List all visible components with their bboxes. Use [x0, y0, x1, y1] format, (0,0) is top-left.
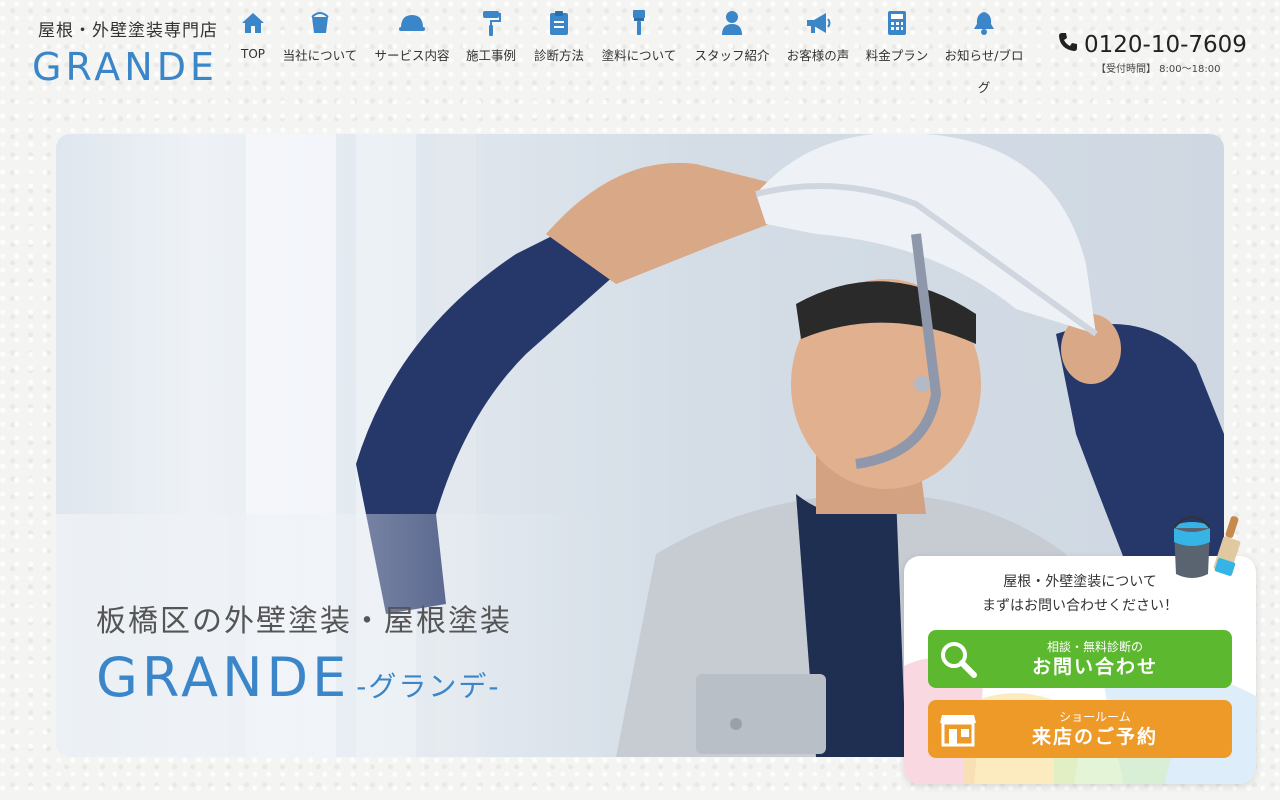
- nav-label: お客様の声: [786, 48, 850, 63]
- cta-line-2: まずはお問い合わせください！: [982, 598, 1178, 614]
- nav-item-top[interactable]: TOP: [232, 6, 274, 104]
- shop-icon: [928, 700, 988, 758]
- phone-number[interactable]: 0120-10-7609: [1084, 32, 1247, 58]
- bell-icon: [969, 8, 999, 38]
- nav-item-voices[interactable]: お客様の声: [780, 6, 856, 104]
- nav-label: 料金プラン: [865, 48, 929, 63]
- hero-brand: GRANDE -グランデ-: [96, 646, 500, 709]
- hero-brand-name: GRANDE: [96, 646, 351, 709]
- nav-label: 塗料について: [601, 48, 677, 63]
- logo-subtitle: 屋根・外壁塗装専門店: [38, 21, 218, 41]
- site-logo[interactable]: 屋根・外壁塗装専門店 GRANDE: [32, 16, 232, 89]
- calculator-icon: [882, 8, 912, 38]
- logo-wordmark: GRANDE: [32, 45, 219, 89]
- home-icon: [238, 8, 268, 38]
- phone-hours: 【受付時間】 8:00〜18:00: [1096, 64, 1221, 75]
- phone-contact[interactable]: 0120-10-7609 【受付時間】 8:00〜18:00: [1058, 32, 1247, 75]
- nav-label: TOP: [240, 47, 265, 61]
- contact-button[interactable]: 相談・無料診断の お問い合わせ: [928, 630, 1232, 688]
- main-nav: TOP 当社について サービス内容 施工事例 診断方法 塗料について スタッフ紹…: [232, 6, 1030, 104]
- phone-icon: [1058, 32, 1078, 58]
- nav-label: スタッフ紹介: [694, 48, 770, 63]
- nav-item-services[interactable]: サービス内容: [366, 6, 458, 104]
- paint-roller-icon: [476, 8, 506, 38]
- visit-button-label: 来店のご予約: [1031, 726, 1158, 748]
- nav-item-staff[interactable]: スタッフ紹介: [684, 6, 780, 104]
- paint-can-brush-icon: [1173, 516, 1241, 578]
- visit-button-sub: ショールーム: [1059, 710, 1131, 724]
- hero-tagline: 板橋区の外壁塗装・屋根塗装: [96, 604, 512, 639]
- person-icon: [717, 8, 747, 38]
- contact-button-sub: 相談・無料診断の: [1046, 640, 1143, 654]
- nav-label: 診断方法: [533, 48, 584, 63]
- clipboard-icon: [544, 8, 574, 38]
- nav-label: 当社について: [282, 48, 358, 63]
- nav-item-works[interactable]: 施工事例: [458, 6, 524, 104]
- nav-item-diagnosis[interactable]: 診断方法: [524, 6, 594, 104]
- search-icon: [928, 630, 988, 688]
- cta-box: 屋根・外壁塗装について まずはお問い合わせください！ 相談・無料診断の お問い合…: [904, 556, 1256, 784]
- site-header: 屋根・外壁塗装専門店 GRANDE TOP 当社について サービス内容 施工事例…: [0, 0, 1280, 110]
- nav-item-about[interactable]: 当社について: [274, 6, 366, 104]
- nav-item-news[interactable]: お知らせ/ブログ: [938, 6, 1030, 104]
- megaphone-icon: [803, 8, 833, 38]
- nav-label: サービス内容: [374, 48, 450, 63]
- nav-item-paint[interactable]: 塗料について: [594, 6, 684, 104]
- hero-brand-kana: -グランデ-: [356, 670, 501, 703]
- nav-label: お知らせ/ブログ: [944, 48, 1024, 95]
- visit-reservation-button[interactable]: ショールーム 来店のご予約: [928, 700, 1232, 758]
- helmet-icon: [397, 8, 427, 38]
- bucket-icon: [305, 8, 335, 38]
- contact-button-label: お問い合わせ: [1031, 656, 1158, 678]
- paint-brush-icon: [624, 8, 654, 38]
- nav-item-pricing[interactable]: 料金プラン: [856, 6, 938, 104]
